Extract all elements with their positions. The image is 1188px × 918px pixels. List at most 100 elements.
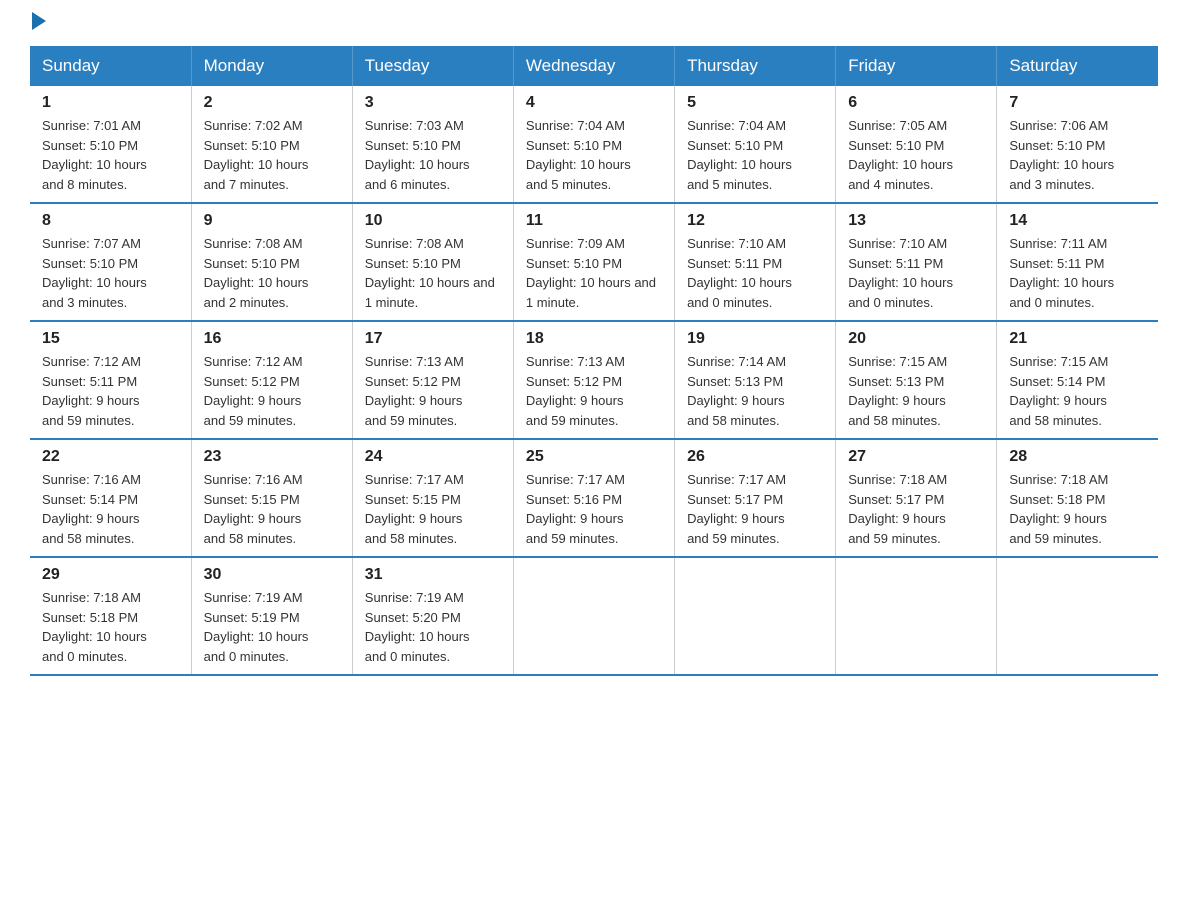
logo-arrow-icon <box>32 12 46 30</box>
day-info: Sunrise: 7:16 AMSunset: 5:15 PMDaylight:… <box>204 470 340 548</box>
calendar-cell: 14 Sunrise: 7:11 AMSunset: 5:11 PMDaylig… <box>997 203 1158 321</box>
day-number: 12 <box>687 212 823 230</box>
day-number: 28 <box>1009 448 1146 466</box>
calendar-cell: 28 Sunrise: 7:18 AMSunset: 5:18 PMDaylig… <box>997 439 1158 557</box>
day-number: 29 <box>42 566 179 584</box>
day-number: 5 <box>687 94 823 112</box>
calendar-cell: 27 Sunrise: 7:18 AMSunset: 5:17 PMDaylig… <box>836 439 997 557</box>
day-info: Sunrise: 7:18 AMSunset: 5:17 PMDaylight:… <box>848 470 984 548</box>
header-thursday: Thursday <box>675 46 836 86</box>
calendar-cell: 1 Sunrise: 7:01 AMSunset: 5:10 PMDayligh… <box>30 86 191 203</box>
calendar-cell: 13 Sunrise: 7:10 AMSunset: 5:11 PMDaylig… <box>836 203 997 321</box>
day-number: 18 <box>526 330 662 348</box>
day-number: 30 <box>204 566 340 584</box>
day-number: 13 <box>848 212 984 230</box>
day-number: 3 <box>365 94 501 112</box>
calendar-cell: 17 Sunrise: 7:13 AMSunset: 5:12 PMDaylig… <box>352 321 513 439</box>
day-info: Sunrise: 7:14 AMSunset: 5:13 PMDaylight:… <box>687 352 823 430</box>
day-info: Sunrise: 7:04 AMSunset: 5:10 PMDaylight:… <box>526 116 662 194</box>
day-number: 2 <box>204 94 340 112</box>
logo <box>30 20 46 26</box>
day-number: 17 <box>365 330 501 348</box>
calendar-cell: 20 Sunrise: 7:15 AMSunset: 5:13 PMDaylig… <box>836 321 997 439</box>
calendar-week-row: 15 Sunrise: 7:12 AMSunset: 5:11 PMDaylig… <box>30 321 1158 439</box>
day-number: 21 <box>1009 330 1146 348</box>
calendar-cell: 5 Sunrise: 7:04 AMSunset: 5:10 PMDayligh… <box>675 86 836 203</box>
calendar-cell: 25 Sunrise: 7:17 AMSunset: 5:16 PMDaylig… <box>513 439 674 557</box>
day-info: Sunrise: 7:06 AMSunset: 5:10 PMDaylight:… <box>1009 116 1146 194</box>
calendar-cell: 16 Sunrise: 7:12 AMSunset: 5:12 PMDaylig… <box>191 321 352 439</box>
day-info: Sunrise: 7:12 AMSunset: 5:12 PMDaylight:… <box>204 352 340 430</box>
calendar-header-row: SundayMondayTuesdayWednesdayThursdayFrid… <box>30 46 1158 86</box>
calendar-cell: 3 Sunrise: 7:03 AMSunset: 5:10 PMDayligh… <box>352 86 513 203</box>
header-wednesday: Wednesday <box>513 46 674 86</box>
header-tuesday: Tuesday <box>352 46 513 86</box>
day-info: Sunrise: 7:17 AMSunset: 5:15 PMDaylight:… <box>365 470 501 548</box>
calendar-cell: 4 Sunrise: 7:04 AMSunset: 5:10 PMDayligh… <box>513 86 674 203</box>
day-number: 9 <box>204 212 340 230</box>
day-info: Sunrise: 7:09 AMSunset: 5:10 PMDaylight:… <box>526 234 662 312</box>
calendar-cell: 10 Sunrise: 7:08 AMSunset: 5:10 PMDaylig… <box>352 203 513 321</box>
calendar-cell: 2 Sunrise: 7:02 AMSunset: 5:10 PMDayligh… <box>191 86 352 203</box>
day-info: Sunrise: 7:17 AMSunset: 5:16 PMDaylight:… <box>526 470 662 548</box>
day-info: Sunrise: 7:08 AMSunset: 5:10 PMDaylight:… <box>365 234 501 312</box>
calendar-week-row: 29 Sunrise: 7:18 AMSunset: 5:18 PMDaylig… <box>30 557 1158 675</box>
header-saturday: Saturday <box>997 46 1158 86</box>
calendar-week-row: 1 Sunrise: 7:01 AMSunset: 5:10 PMDayligh… <box>30 86 1158 203</box>
calendar-cell: 26 Sunrise: 7:17 AMSunset: 5:17 PMDaylig… <box>675 439 836 557</box>
day-number: 23 <box>204 448 340 466</box>
calendar-cell: 30 Sunrise: 7:19 AMSunset: 5:19 PMDaylig… <box>191 557 352 675</box>
page-header <box>30 20 1158 26</box>
day-info: Sunrise: 7:11 AMSunset: 5:11 PMDaylight:… <box>1009 234 1146 312</box>
day-number: 10 <box>365 212 501 230</box>
day-info: Sunrise: 7:18 AMSunset: 5:18 PMDaylight:… <box>42 588 179 666</box>
day-info: Sunrise: 7:05 AMSunset: 5:10 PMDaylight:… <box>848 116 984 194</box>
day-number: 8 <box>42 212 179 230</box>
day-number: 4 <box>526 94 662 112</box>
calendar-cell <box>997 557 1158 675</box>
calendar-cell: 8 Sunrise: 7:07 AMSunset: 5:10 PMDayligh… <box>30 203 191 321</box>
day-number: 7 <box>1009 94 1146 112</box>
day-number: 20 <box>848 330 984 348</box>
calendar-cell <box>675 557 836 675</box>
day-info: Sunrise: 7:08 AMSunset: 5:10 PMDaylight:… <box>204 234 340 312</box>
day-info: Sunrise: 7:19 AMSunset: 5:19 PMDaylight:… <box>204 588 340 666</box>
day-info: Sunrise: 7:07 AMSunset: 5:10 PMDaylight:… <box>42 234 179 312</box>
day-info: Sunrise: 7:02 AMSunset: 5:10 PMDaylight:… <box>204 116 340 194</box>
calendar-cell <box>836 557 997 675</box>
calendar-cell: 12 Sunrise: 7:10 AMSunset: 5:11 PMDaylig… <box>675 203 836 321</box>
day-number: 6 <box>848 94 984 112</box>
day-info: Sunrise: 7:04 AMSunset: 5:10 PMDaylight:… <box>687 116 823 194</box>
day-number: 31 <box>365 566 501 584</box>
calendar-cell: 31 Sunrise: 7:19 AMSunset: 5:20 PMDaylig… <box>352 557 513 675</box>
day-number: 14 <box>1009 212 1146 230</box>
calendar-cell: 18 Sunrise: 7:13 AMSunset: 5:12 PMDaylig… <box>513 321 674 439</box>
day-info: Sunrise: 7:13 AMSunset: 5:12 PMDaylight:… <box>526 352 662 430</box>
day-info: Sunrise: 7:19 AMSunset: 5:20 PMDaylight:… <box>365 588 501 666</box>
day-info: Sunrise: 7:16 AMSunset: 5:14 PMDaylight:… <box>42 470 179 548</box>
calendar-cell: 23 Sunrise: 7:16 AMSunset: 5:15 PMDaylig… <box>191 439 352 557</box>
header-friday: Friday <box>836 46 997 86</box>
day-info: Sunrise: 7:10 AMSunset: 5:11 PMDaylight:… <box>687 234 823 312</box>
day-info: Sunrise: 7:03 AMSunset: 5:10 PMDaylight:… <box>365 116 501 194</box>
calendar-cell: 9 Sunrise: 7:08 AMSunset: 5:10 PMDayligh… <box>191 203 352 321</box>
calendar-cell: 15 Sunrise: 7:12 AMSunset: 5:11 PMDaylig… <box>30 321 191 439</box>
day-number: 22 <box>42 448 179 466</box>
calendar-cell: 22 Sunrise: 7:16 AMSunset: 5:14 PMDaylig… <box>30 439 191 557</box>
day-number: 25 <box>526 448 662 466</box>
day-info: Sunrise: 7:15 AMSunset: 5:13 PMDaylight:… <box>848 352 984 430</box>
header-monday: Monday <box>191 46 352 86</box>
day-number: 11 <box>526 212 662 230</box>
calendar-week-row: 22 Sunrise: 7:16 AMSunset: 5:14 PMDaylig… <box>30 439 1158 557</box>
day-info: Sunrise: 7:12 AMSunset: 5:11 PMDaylight:… <box>42 352 179 430</box>
calendar-cell: 24 Sunrise: 7:17 AMSunset: 5:15 PMDaylig… <box>352 439 513 557</box>
day-info: Sunrise: 7:18 AMSunset: 5:18 PMDaylight:… <box>1009 470 1146 548</box>
day-number: 24 <box>365 448 501 466</box>
header-sunday: Sunday <box>30 46 191 86</box>
calendar-cell: 21 Sunrise: 7:15 AMSunset: 5:14 PMDaylig… <box>997 321 1158 439</box>
day-number: 27 <box>848 448 984 466</box>
day-number: 19 <box>687 330 823 348</box>
calendar-cell: 6 Sunrise: 7:05 AMSunset: 5:10 PMDayligh… <box>836 86 997 203</box>
day-info: Sunrise: 7:13 AMSunset: 5:12 PMDaylight:… <box>365 352 501 430</box>
calendar-cell: 7 Sunrise: 7:06 AMSunset: 5:10 PMDayligh… <box>997 86 1158 203</box>
